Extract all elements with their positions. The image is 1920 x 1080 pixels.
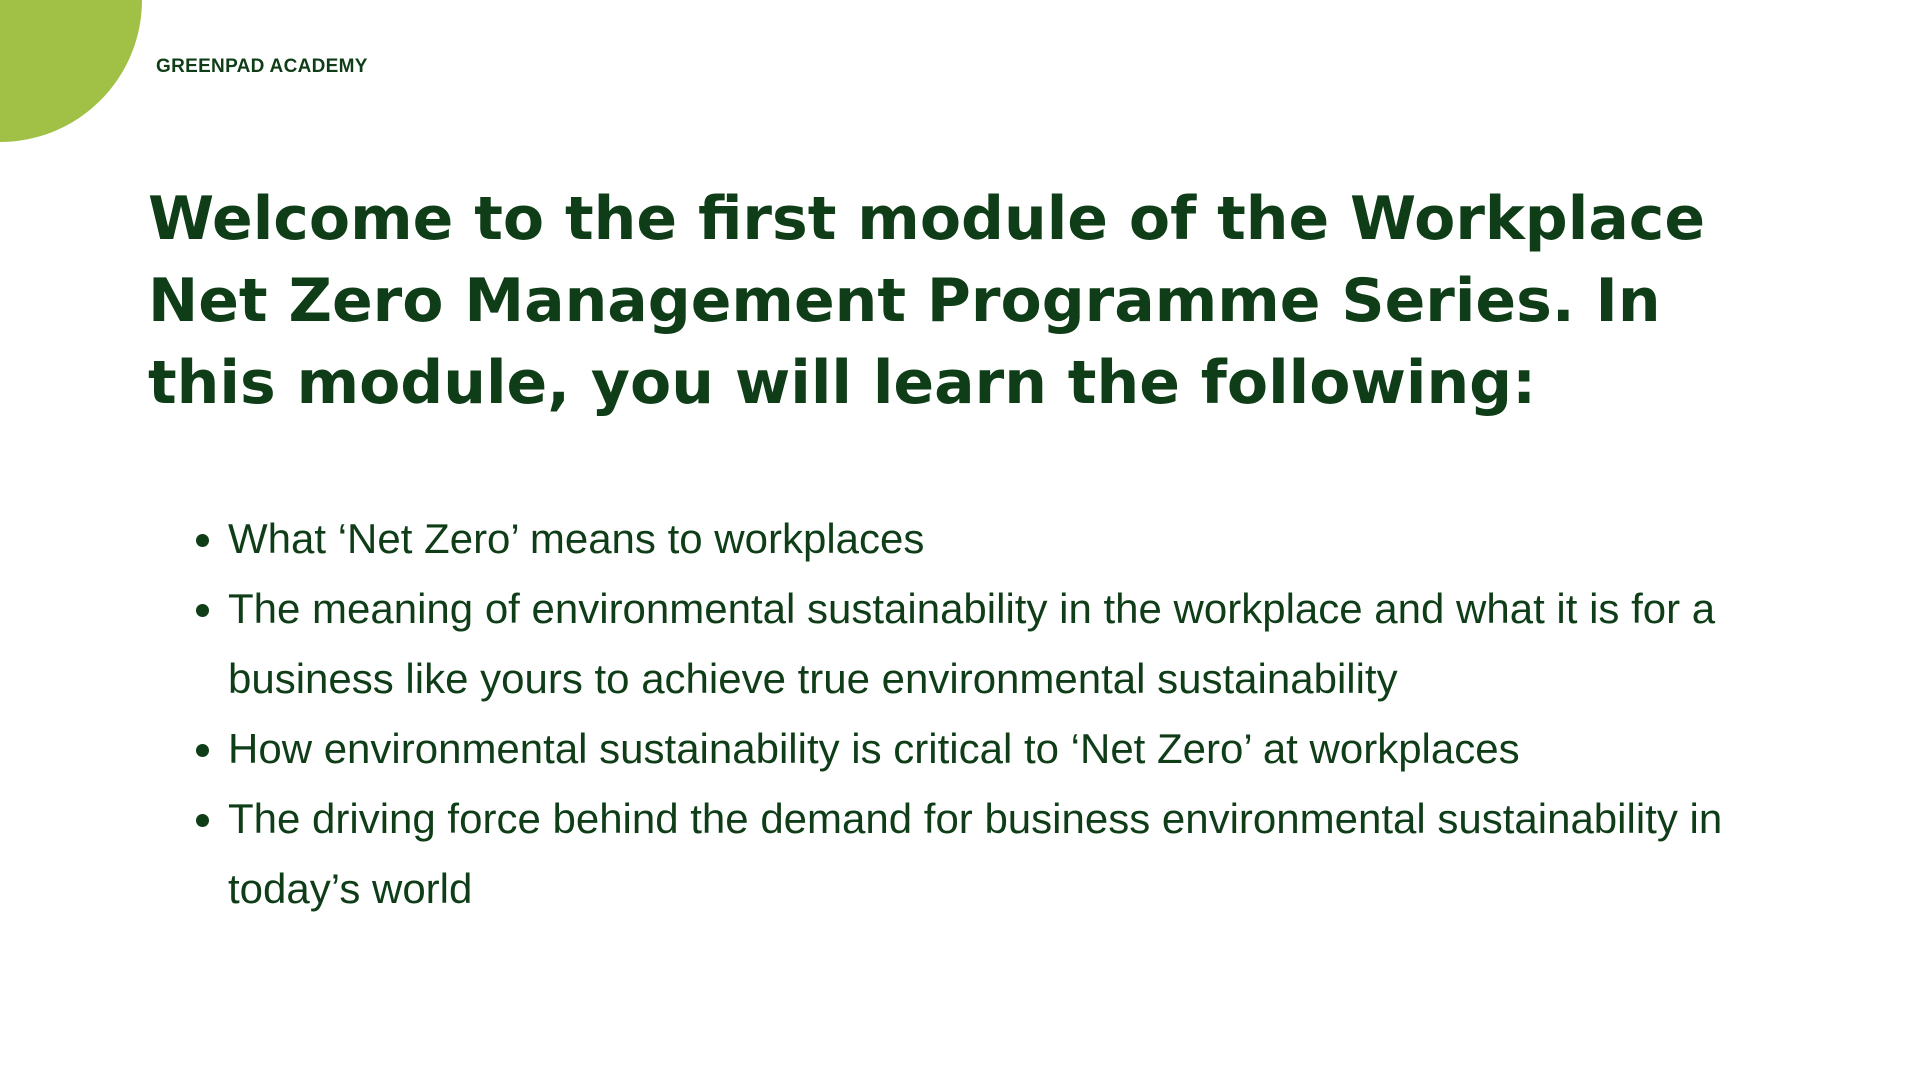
bullet-list: What ‘Net Zero’ means to workplaces The … — [180, 504, 1828, 924]
bullet-item: How environmental sustainability is crit… — [228, 714, 1828, 784]
corner-accent-shape — [0, 0, 142, 142]
slide: GREENPAD ACADEMY Welcome to the first mo… — [0, 0, 1920, 1080]
bullet-item: The driving force behind the demand for … — [228, 784, 1828, 924]
slide-heading: Welcome to the first module of the Workp… — [148, 184, 1706, 418]
bullet-item: The meaning of environmental sustainabil… — [228, 574, 1828, 714]
bullet-item: What ‘Net Zero’ means to workplaces — [228, 504, 1828, 574]
brand-name: GREENPAD ACADEMY — [156, 56, 368, 77]
